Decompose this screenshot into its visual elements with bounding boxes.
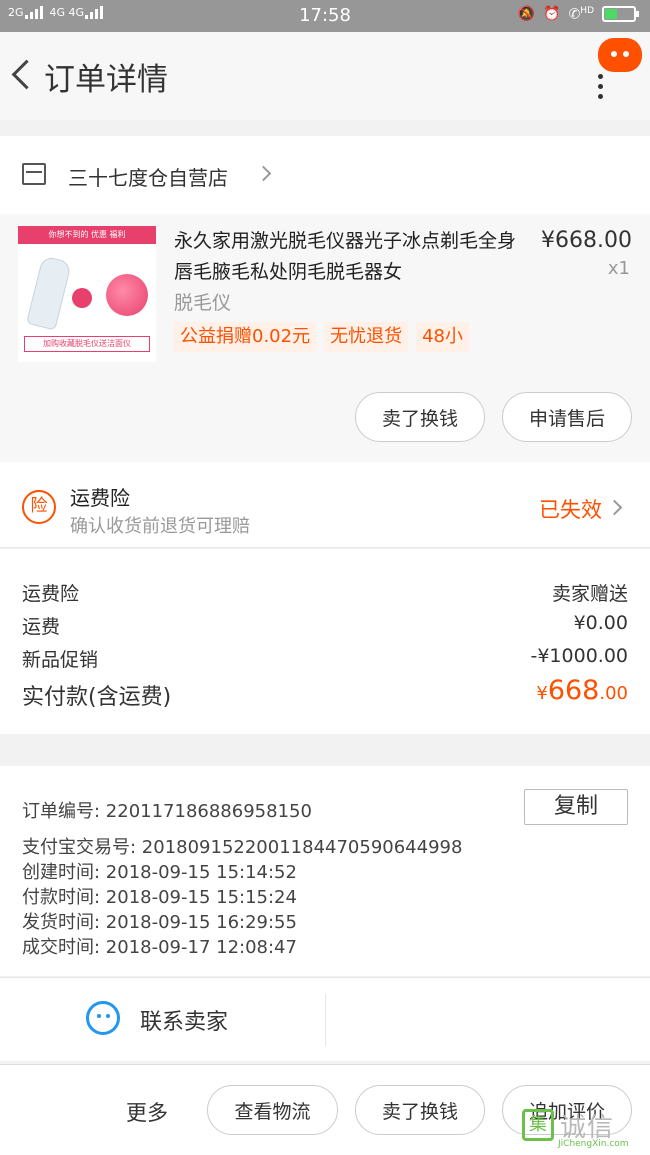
product-tags: 公益捐赠0.02元 无忧退货 48小	[174, 322, 469, 352]
insurance-subtitle: 确认收货前退货可理赔	[70, 516, 250, 537]
nav-bar: 订单详情	[0, 32, 650, 120]
alipay-trade-number: 支付宝交易号: 2018091522001184470590644998	[22, 837, 463, 858]
message-bubble-icon[interactable]	[598, 38, 642, 72]
sell-for-cash-button[interactable]: 卖了换钱	[355, 392, 485, 442]
fee-label: 运费险	[22, 583, 80, 605]
mute-bell-icon: 🔕	[517, 6, 536, 23]
thumbnail-footer: 加购收藏脱毛仪送洁面仪	[24, 336, 150, 352]
sell-for-cash-bottom-button[interactable]: 卖了换钱	[355, 1085, 485, 1135]
after-sale-button[interactable]: 申请售后	[502, 392, 632, 442]
more-button[interactable]: 更多	[126, 1097, 168, 1127]
shipped-time: 发货时间: 2018-09-15 16:29:55	[22, 912, 297, 933]
store-icon	[22, 163, 46, 185]
epilator-device-image	[25, 255, 73, 331]
hd-label: HD	[580, 6, 594, 16]
created-time: 创建时间: 2018-09-15 15:14:52	[22, 862, 297, 883]
order-info: 订单编号: 220117186886958150 复制 支付宝交易号: 2018…	[0, 766, 650, 976]
watermark-logo-icon: 集	[522, 1109, 554, 1141]
insurance-icon: 险	[22, 490, 56, 524]
fee-label: 新品促销	[22, 649, 99, 671]
back-arrow-icon[interactable]	[8, 58, 36, 94]
fee-row-total: 实付款(含运费) ¥668.00	[22, 675, 628, 711]
total-currency: ¥	[536, 683, 548, 704]
product-sku: 脱毛仪	[174, 292, 232, 314]
promo-flower-icon	[72, 288, 92, 308]
chevron-right-icon	[606, 499, 623, 516]
copy-button[interactable]: 复制	[524, 789, 628, 825]
fee-row-shipping: 运费 ¥0.00	[22, 612, 628, 639]
contact-seller-bar: 联系卖家	[0, 977, 650, 1061]
page-title: 订单详情	[44, 62, 168, 98]
shipping-insurance-row[interactable]: 险 运费险 确认收货前退货可理赔 已失效	[0, 462, 650, 548]
paid-time: 付款时间: 2018-09-15 15:15:24	[22, 887, 297, 908]
shop-row[interactable]: 三十七度仓自营店	[0, 136, 650, 214]
product-title[interactable]: 永久家用激光脱毛仪器光子冰点剃毛全身唇毛腋毛私处阴毛脱毛器女	[174, 226, 526, 288]
tag-charity: 公益捐赠0.02元	[174, 322, 317, 352]
cleanser-device-image	[106, 274, 148, 316]
more-dots-icon[interactable]	[598, 74, 608, 104]
contact-seller-button[interactable]: 联系卖家	[0, 978, 325, 1062]
total-label: 实付款(含运费)	[22, 685, 172, 710]
chevron-right-icon	[255, 165, 272, 182]
product-price: ¥668.00	[541, 228, 632, 253]
tag-free-return: 无忧退货	[324, 322, 409, 352]
insurance-title: 运费险	[70, 486, 130, 510]
fee-summary: 运费险 卖家赠送 运费 ¥0.00 新品促销 -¥1000.00 实付款(含运费…	[0, 549, 650, 734]
order-number: 订单编号: 220117186886958150	[22, 801, 312, 822]
status-bar: 2G 4G 4G 17:58 🔕 ⏰ ✆HD	[0, 0, 650, 32]
insurance-status: 已失效	[539, 498, 602, 522]
more-menu-button[interactable]	[598, 38, 642, 108]
product-thumbnail[interactable]: 你想不到的 优惠 福利 加购收藏脱毛仪送洁面仪	[18, 226, 156, 362]
thumbnail-banner: 你想不到的 优惠 福利	[18, 226, 156, 244]
fee-value: ¥0.00	[573, 612, 628, 634]
total-decimal: .00	[599, 683, 628, 704]
battery-icon	[602, 6, 639, 23]
status-icons: 🔕 ⏰ ✆HD	[517, 6, 639, 23]
shop-name: 三十七度仓自营店	[68, 166, 228, 190]
total-integer: 668	[547, 675, 600, 706]
fee-value: -¥1000.00	[530, 645, 628, 667]
watermark-url: JiChengXin.com	[558, 1139, 629, 1149]
completed-time: 成交时间: 2018-09-17 12:08:47	[22, 937, 297, 958]
order-item[interactable]: 你想不到的 优惠 福利 加购收藏脱毛仪送洁面仪 永久家用激光脱毛仪器光子冰点剃毛…	[0, 214, 650, 462]
fee-value: 卖家赠送	[551, 583, 628, 605]
site-watermark: 集 诚信 JiChengXin.com	[522, 1107, 644, 1151]
tag-48h: 48小	[416, 322, 469, 352]
contact-seller-label: 联系卖家	[140, 1010, 229, 1035]
total-amount: ¥668.00	[536, 675, 628, 706]
fee-label: 运费	[22, 616, 61, 638]
phone-hd-icon: ✆HD	[568, 6, 594, 23]
customer-service-icon	[86, 1001, 120, 1035]
fee-row-insurance: 运费险 卖家赠送	[22, 579, 628, 606]
view-logistics-button[interactable]: 查看物流	[207, 1085, 338, 1135]
alarm-icon: ⏰	[543, 6, 561, 23]
product-quantity: x1	[607, 258, 630, 279]
fee-row-promotion: 新品促销 -¥1000.00	[22, 645, 628, 672]
divider	[325, 994, 326, 1046]
